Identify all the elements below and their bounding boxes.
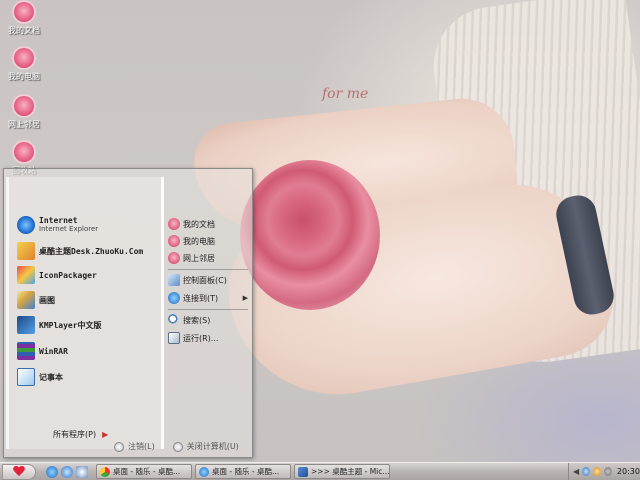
rose-folder-icon bbox=[14, 2, 34, 22]
kmplayer-icon bbox=[17, 316, 35, 334]
chrome-icon bbox=[100, 466, 110, 477]
link-label: 我的电脑 bbox=[183, 236, 215, 246]
chevron-left-icon[interactable]: ◀ bbox=[573, 467, 579, 476]
logoff-label: 注销(L) bbox=[128, 442, 155, 451]
zhuoku-icon bbox=[17, 242, 35, 260]
link-connect-to[interactable]: 连接到(T) ▶ bbox=[168, 291, 250, 305]
arrow-right-icon: ▶ bbox=[102, 430, 109, 439]
desktop-icon-network-places[interactable]: 网上邻居 bbox=[2, 96, 46, 130]
show-desktop-icon[interactable] bbox=[76, 465, 88, 478]
task-label: 桌面 - 随乐 - 桌酷... bbox=[212, 467, 280, 476]
start-menu-places-panel: 我的文档 我的电脑 网上邻居 控制面板(C) 连接到(T) ▶ 搜索(S) 运行… bbox=[164, 177, 252, 449]
winrar-icon bbox=[17, 342, 35, 360]
program-title: 画图 bbox=[39, 295, 55, 305]
program-title: 记事本 bbox=[39, 372, 63, 382]
rose-network-icon bbox=[14, 96, 34, 116]
shutdown-label: 关闭计算机(U) bbox=[186, 442, 239, 451]
paint-icon bbox=[17, 291, 35, 309]
link-label: 运行(R)... bbox=[183, 333, 219, 343]
program-subtitle: Internet Explorer bbox=[39, 225, 99, 233]
security-icon[interactable] bbox=[593, 467, 601, 476]
program-title: KMPlayer中文版 bbox=[39, 320, 102, 330]
power-icon bbox=[172, 441, 183, 452]
rose-folder-icon bbox=[168, 218, 180, 230]
link-label: 网上邻居 bbox=[183, 253, 215, 263]
menu-divider bbox=[168, 309, 248, 310]
all-programs-button[interactable]: 所有程序(P) ▶ bbox=[53, 429, 108, 440]
program-title: IconPackager bbox=[39, 270, 97, 280]
task-label: 桌面 - 随乐 - 桌酷... bbox=[113, 467, 181, 476]
program-internet-explorer[interactable]: Internet Internet Explorer bbox=[17, 215, 98, 235]
link-label: 连接到(T) bbox=[183, 293, 219, 303]
start-menu-programs-panel: Internet Internet Explorer 桌酷主题Desk.Zhuo… bbox=[6, 177, 164, 449]
link-run[interactable]: 运行(R)... bbox=[168, 331, 250, 345]
task-button[interactable]: 桌面 - 随乐 - 桌酷... bbox=[96, 464, 192, 479]
program-paint[interactable]: 画图 bbox=[17, 290, 55, 310]
program-kmplayer[interactable]: KMPlayer中文版 bbox=[17, 315, 102, 335]
network-icon[interactable] bbox=[582, 467, 591, 476]
desktop-icon-label: 网上邻居 bbox=[8, 120, 40, 129]
rose-network-icon bbox=[168, 252, 180, 264]
link-control-panel[interactable]: 控制面板(C) bbox=[168, 273, 250, 287]
taskbar: 桌面 - 随乐 - 桌酷... 桌面 - 随乐 - 桌酷... >>> 桌酷主题… bbox=[0, 462, 640, 480]
link-network-places[interactable]: 网上邻居 bbox=[168, 251, 250, 265]
start-menu: Internet Internet Explorer 桌酷主题Desk.Zhuo… bbox=[3, 168, 253, 458]
run-icon bbox=[168, 332, 180, 344]
rose-recycle-icon bbox=[14, 142, 34, 162]
desktop-icon-my-computer[interactable]: 我的电脑 bbox=[2, 48, 46, 82]
logoff-button[interactable]: 注销(L) bbox=[114, 441, 155, 452]
clock[interactable]: 20:30 bbox=[617, 467, 640, 476]
link-search[interactable]: 搜索(S) bbox=[168, 313, 250, 327]
globe-icon bbox=[168, 292, 180, 304]
notepad-icon bbox=[17, 368, 35, 386]
wallpaper-rose bbox=[240, 160, 380, 310]
program-iconpackager[interactable]: IconPackager bbox=[17, 265, 97, 285]
link-my-documents[interactable]: 我的文档 bbox=[168, 217, 250, 231]
chevron-right-icon: ▶ bbox=[242, 294, 248, 302]
menu-divider bbox=[168, 269, 248, 270]
wallpaper-text: for me bbox=[322, 86, 369, 102]
program-winrar[interactable]: WinRAR bbox=[17, 341, 68, 361]
heart-icon bbox=[13, 466, 25, 477]
desktop-icon-label: 我的电脑 bbox=[8, 72, 40, 81]
desktop-icon-my-documents[interactable]: 我的文档 bbox=[2, 2, 46, 36]
task-list: 桌面 - 随乐 - 桌酷... 桌面 - 随乐 - 桌酷... >>> 桌酷主题… bbox=[96, 464, 390, 479]
start-button[interactable] bbox=[2, 463, 36, 480]
program-title: Internet bbox=[39, 216, 78, 225]
iconpackager-icon bbox=[17, 266, 35, 284]
volume-icon[interactable] bbox=[604, 467, 612, 476]
link-label: 控制面板(C) bbox=[183, 275, 227, 285]
link-label: 我的文档 bbox=[183, 219, 215, 229]
logoff-icon bbox=[114, 441, 124, 452]
word-icon bbox=[298, 466, 308, 477]
link-label: 搜索(S) bbox=[183, 315, 211, 325]
rose-computer-icon bbox=[14, 48, 34, 68]
task-label: >>> 桌酷主题 - Mic... bbox=[311, 467, 390, 476]
link-my-computer[interactable]: 我的电脑 bbox=[168, 234, 250, 248]
rose-computer-icon bbox=[168, 235, 180, 247]
ie-icon bbox=[199, 466, 209, 477]
control-panel-icon bbox=[168, 274, 180, 286]
task-button[interactable]: >>> 桌酷主题 - Mic... bbox=[294, 464, 390, 479]
desktop-icon-label: 我的文档 bbox=[8, 26, 40, 35]
shutdown-button[interactable]: 关闭计算机(U) bbox=[172, 441, 239, 452]
system-tray: ◀ 20:30 bbox=[568, 463, 640, 480]
program-title: 桌酷主题Desk.ZhuoKu.Com bbox=[39, 246, 144, 256]
search-icon bbox=[168, 314, 180, 326]
program-notepad[interactable]: 记事本 bbox=[17, 367, 63, 387]
ie-icon[interactable] bbox=[46, 465, 58, 478]
browser-icon[interactable] bbox=[61, 465, 73, 478]
program-zhuoku[interactable]: 桌酷主题Desk.ZhuoKu.Com bbox=[17, 241, 143, 261]
start-menu-footer: 注销(L) 关闭计算机(U) bbox=[114, 441, 239, 452]
task-button[interactable]: 桌面 - 随乐 - 桌酷... bbox=[195, 464, 291, 479]
program-title: WinRAR bbox=[39, 346, 68, 356]
all-programs-label: 所有程序(P) bbox=[53, 430, 97, 439]
quick-launch bbox=[46, 465, 88, 478]
ie-icon bbox=[17, 216, 35, 234]
